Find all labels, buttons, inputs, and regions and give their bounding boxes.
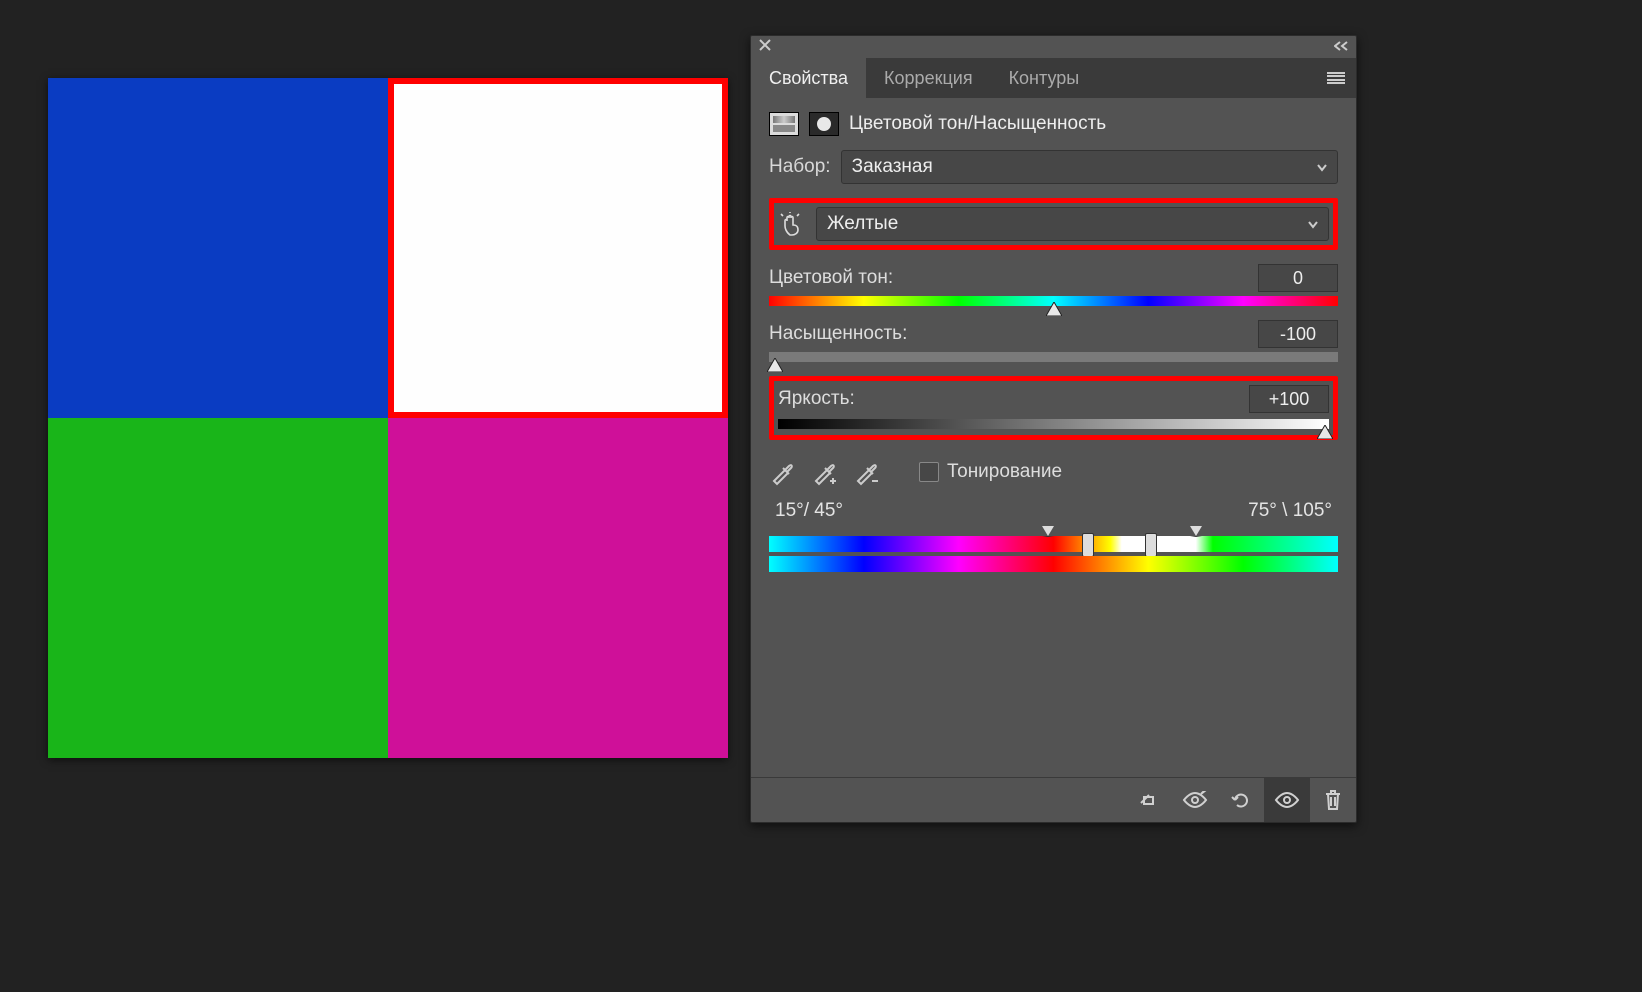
quad-bottom-right — [388, 418, 728, 758]
hue-slider[interactable] — [769, 296, 1338, 306]
eyedropper-row: Тонирование — [769, 458, 1338, 486]
hue-range-start[interactable] — [1082, 533, 1094, 557]
quad-top-left — [48, 78, 388, 418]
preset-value: Заказная — [852, 156, 933, 178]
clip-to-layer-icon[interactable] — [1126, 778, 1172, 822]
channel-select[interactable]: Желтые — [816, 207, 1329, 241]
eyedropper-subtract-icon[interactable] — [853, 458, 881, 486]
tab-paths[interactable]: Контуры — [991, 58, 1098, 98]
hue-slider-thumb[interactable] — [1046, 302, 1062, 316]
saturation-slider[interactable] — [769, 352, 1338, 362]
lightness-label: Яркость: — [778, 388, 855, 410]
tab-adjustments[interactable]: Коррекция — [866, 58, 991, 98]
adjustment-title: Цветовой тон/Насыщенность — [849, 113, 1106, 135]
delete-icon[interactable] — [1310, 778, 1356, 822]
saturation-value[interactable]: -100 — [1258, 320, 1338, 348]
view-previous-state-icon[interactable] — [1172, 778, 1218, 822]
hue-range-falloff-right[interactable] — [1190, 526, 1202, 537]
hue-range-readout: 15°/ 45° 75° \ 105° — [769, 500, 1338, 522]
hue-bar-source[interactable] — [769, 556, 1338, 572]
targeted-adjust-icon[interactable] — [778, 210, 806, 238]
eyedropper-icon[interactable] — [769, 458, 797, 486]
quad-bottom-left — [48, 418, 388, 758]
panel-titlebar — [751, 36, 1356, 58]
close-icon[interactable] — [759, 38, 771, 56]
hue-range-falloff-left[interactable] — [1042, 526, 1054, 537]
saturation-slider-thumb[interactable] — [767, 358, 783, 372]
channel-row-highlight: Желтые — [769, 198, 1338, 250]
reset-icon[interactable] — [1218, 778, 1264, 822]
document-canvas — [48, 78, 728, 758]
panel-footer — [751, 777, 1356, 822]
hue-value[interactable]: 0 — [1258, 264, 1338, 292]
panel-menu-icon[interactable] — [1316, 58, 1356, 98]
hue-range-left: 15°/ 45° — [775, 500, 843, 522]
collapse-icon[interactable] — [1334, 38, 1348, 56]
quad-top-right-highlighted — [388, 78, 728, 418]
hue-bar-result[interactable] — [769, 536, 1338, 552]
layer-mask-icon[interactable] — [809, 112, 839, 136]
saturation-control: Насыщенность: -100 — [769, 320, 1338, 362]
colorize-label: Тонирование — [947, 461, 1062, 483]
preset-row: Набор: Заказная — [769, 150, 1338, 184]
hue-sat-icon — [769, 112, 799, 136]
lightness-value[interactable]: +100 — [1249, 385, 1329, 413]
hue-label: Цветовой тон: — [769, 267, 893, 289]
eyedropper-add-icon[interactable] — [811, 458, 839, 486]
adjustment-title-row: Цветовой тон/Насыщенность — [769, 112, 1338, 136]
hue-range-bars — [769, 536, 1338, 572]
lightness-row-highlight: Яркость: +100 — [769, 376, 1338, 440]
tab-properties[interactable]: Свойства — [751, 58, 866, 98]
saturation-label: Насыщенность: — [769, 323, 907, 345]
toggle-visibility-icon[interactable] — [1264, 778, 1310, 822]
preset-select[interactable]: Заказная — [841, 150, 1338, 184]
panel-tabs: Свойства Коррекция Контуры — [751, 58, 1356, 98]
lightness-slider[interactable] — [778, 419, 1329, 429]
lightness-control: Яркость: +100 — [778, 385, 1329, 431]
hue-range-end[interactable] — [1145, 533, 1157, 557]
channel-value: Желтые — [827, 213, 898, 235]
colorize-checkbox[interactable]: Тонирование — [919, 461, 1062, 483]
hue-control: Цветовой тон: 0 — [769, 264, 1338, 306]
hue-range-right: 75° \ 105° — [1248, 500, 1332, 522]
checkbox-icon[interactable] — [919, 462, 939, 482]
properties-panel: Свойства Коррекция Контуры Цветовой тон/… — [750, 35, 1357, 823]
lightness-slider-thumb[interactable] — [1317, 425, 1333, 439]
preset-label: Набор: — [769, 156, 831, 178]
